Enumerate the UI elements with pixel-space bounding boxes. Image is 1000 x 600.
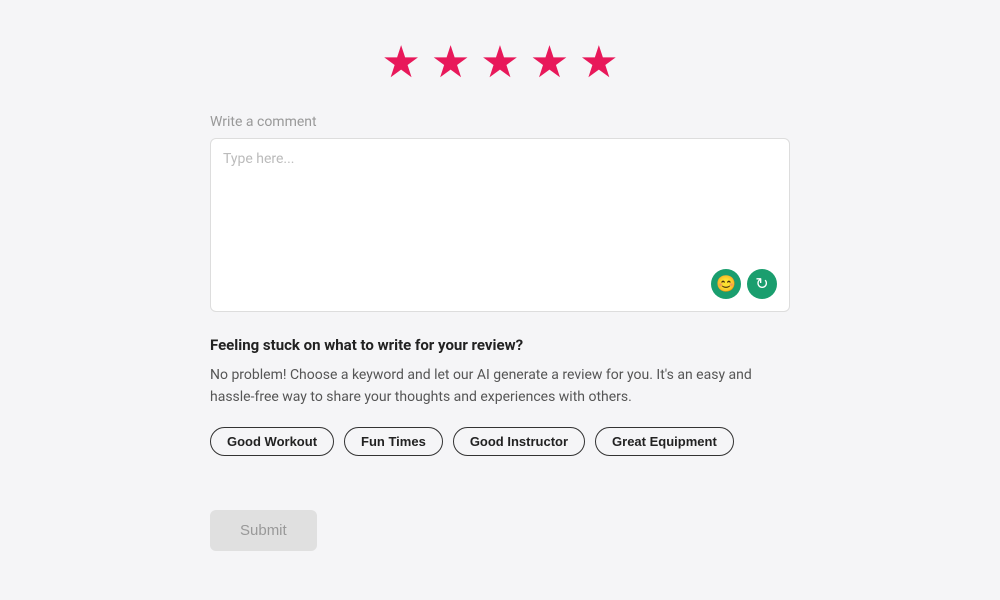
emoji-button[interactable]: 😊 [711,269,741,299]
textarea-icons-row: 😊 ↻ [223,269,777,299]
refresh-icon: ↻ [755,274,768,294]
star-rating-row: ★ ★ ★ ★ ★ [381,40,618,84]
comment-textarea-wrapper: 😊 ↻ [210,138,790,312]
submit-button[interactable]: Submit [210,510,317,551]
keywords-row: Good Workout Fun Times Good Instructor G… [210,427,790,456]
refresh-button[interactable]: ↻ [747,269,777,299]
emoji-icon: 😊 [716,274,736,294]
ai-description: No problem! Choose a keyword and let our… [210,364,790,409]
keyword-great-equipment[interactable]: Great Equipment [595,427,734,456]
ai-title: Feeling stuck on what to write for your … [210,336,790,354]
star-4[interactable]: ★ [530,40,569,84]
star-1[interactable]: ★ [381,40,420,84]
keyword-good-workout[interactable]: Good Workout [210,427,334,456]
main-container: ★ ★ ★ ★ ★ Write a comment 😊 ↻ Feeling st… [210,30,790,551]
star-3[interactable]: ★ [480,40,519,84]
comment-section: Write a comment 😊 ↻ [210,114,790,312]
comment-label: Write a comment [210,114,790,130]
star-5[interactable]: ★ [579,40,618,84]
comment-textarea[interactable] [223,151,777,261]
star-2[interactable]: ★ [431,40,470,84]
keyword-good-instructor[interactable]: Good Instructor [453,427,585,456]
keyword-fun-times[interactable]: Fun Times [344,427,443,456]
ai-section: Feeling stuck on what to write for your … [210,336,790,486]
